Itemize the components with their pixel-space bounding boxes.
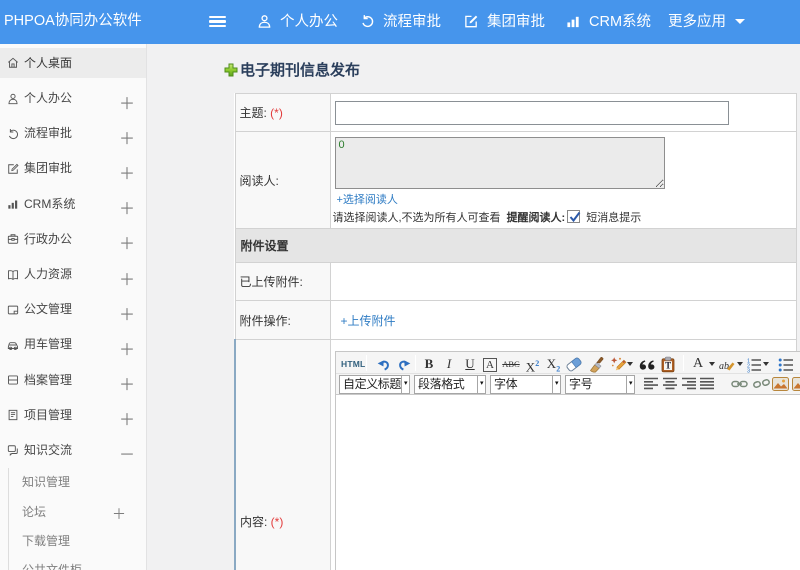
svg-text:ab: ab <box>719 361 729 372</box>
svg-text:3: 3 <box>747 368 750 373</box>
svg-text:T: T <box>665 361 671 371</box>
